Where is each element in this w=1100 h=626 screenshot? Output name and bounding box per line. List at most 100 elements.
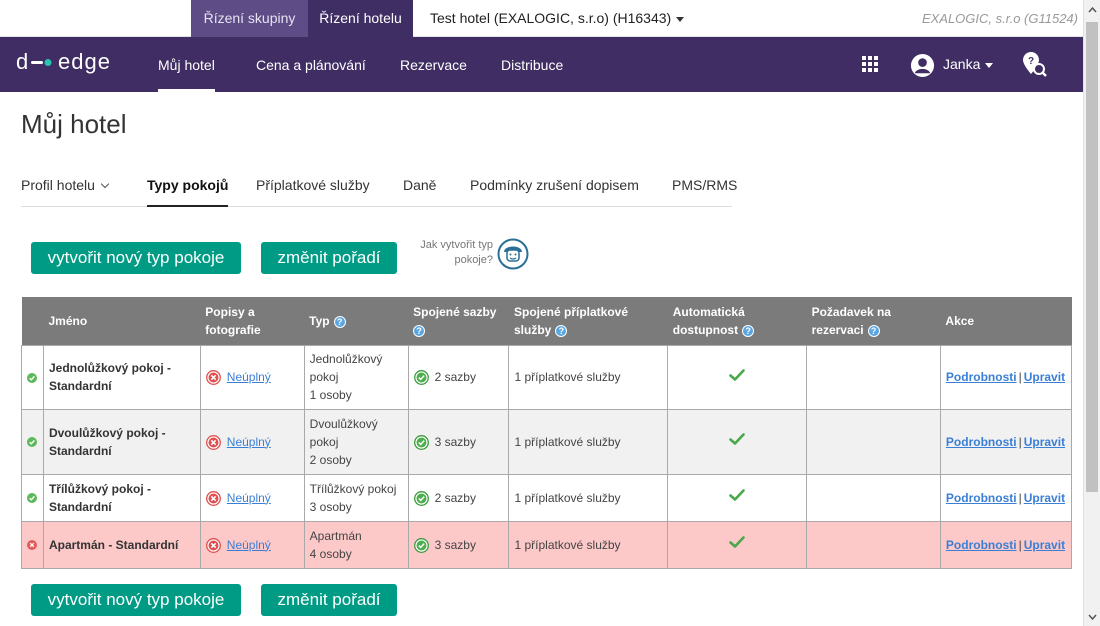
type-capacity: 4 osoby — [309, 546, 352, 561]
hotel-selector[interactable]: Test hotel (EXALOGIC, s.r.o) (H16343) — [430, 0, 685, 37]
help-search-icon[interactable]: ? — [1020, 50, 1048, 78]
header-auto-availability: Automatická dostupnost? — [667, 297, 807, 345]
edit-link[interactable]: Upravit — [1024, 435, 1065, 449]
svg-text:d: d — [16, 50, 29, 74]
details-link[interactable]: Podrobnosti — [946, 491, 1017, 505]
incomplete-link[interactable]: Neúplný — [227, 538, 271, 552]
type-name: Třílůžkový pokoj — [309, 481, 397, 496]
separator: | — [1018, 370, 1022, 384]
type-name: Dvoulůžkový pokoj — [309, 416, 378, 449]
table-row: Dvoulůžkový pokoj - Standardní Neúplný Dvo… — [21, 408, 1073, 475]
rates-cell: 3 sazby — [407, 408, 510, 475]
user-menu[interactable]: Janka — [910, 51, 994, 77]
change-order-button[interactable]: změnit pořadí — [261, 242, 397, 274]
table-row: Apartmán - Standardní Neúplný Apartmán 4 os… — [21, 520, 1073, 569]
details-link[interactable]: Podrobnosti — [946, 435, 1017, 449]
support-agent-icon[interactable] — [497, 238, 529, 270]
rates-count: 3 sazby — [434, 537, 476, 552]
type-capacity: 1 osoby — [309, 388, 352, 402]
type-name: Jednolůžkový pokoj — [309, 352, 383, 384]
subnav-cancellation-policies[interactable]: Podmínky zrušení dopisem — [470, 166, 639, 207]
company-name: EXALOGIC, s.r.o (G11524) — [921, 11, 1078, 26]
check-circle-icon — [413, 370, 429, 386]
help-icon[interactable]: ? — [742, 324, 755, 337]
help-icon[interactable]: ? — [413, 324, 426, 337]
checkmark-icon — [729, 368, 745, 381]
main-navbar: d edge Můj hotel Cena a plánování Rezerv… — [0, 37, 1083, 92]
nav-my-hotel[interactable]: Můj hotel — [158, 37, 215, 92]
services-cell: 1 příplatkové služby — [508, 473, 669, 522]
subnav-hotel-profile[interactable]: Profil hotelu — [21, 166, 110, 207]
table-row: Třílůžkový pokoj - Standardní Neúplný Tříl… — [21, 473, 1073, 522]
incomplete-x-icon — [205, 537, 221, 553]
type-cell: Jednolůžkový pokoj 1 osoby — [303, 344, 409, 410]
name-cell: Třílůžkový pokoj - Standardní — [42, 473, 201, 522]
apps-grid-icon[interactable] — [862, 56, 878, 72]
change-order-button-bottom[interactable]: změnit pořadí — [261, 584, 397, 616]
caret-down-icon — [676, 16, 685, 22]
details-link[interactable]: Podrobnosti — [946, 538, 1017, 552]
subnav-extra-services[interactable]: Příplatkové služby — [256, 166, 370, 207]
create-room-type-button-bottom[interactable]: vytvořit nový typ pokoje — [31, 584, 241, 616]
description-cell: Neúplný — [199, 408, 305, 475]
nav-price-planning[interactable]: Cena a plánování — [256, 37, 366, 92]
status-error-icon — [27, 540, 38, 551]
scrollbar-thumb[interactable] — [1086, 22, 1098, 492]
incomplete-link[interactable]: Neúplný — [227, 435, 271, 449]
name-cell: Apartmán - Standardní — [42, 520, 201, 569]
header-rates-label: Spojené sazby — [413, 304, 497, 319]
incomplete-link[interactable]: Neúplný — [227, 491, 271, 505]
separator: | — [1018, 490, 1022, 505]
services-count: 1 příplatkové služby — [514, 537, 621, 552]
incomplete-link[interactable]: Neúplný — [227, 370, 271, 384]
rates-cell: 3 sazby — [407, 520, 510, 569]
how-to-create-link[interactable]: Jak vytvořit typ pokoje? — [405, 238, 493, 268]
help-icon[interactable]: ? — [867, 324, 880, 337]
d-edge-logo[interactable]: d edge — [16, 50, 136, 76]
incomplete-x-icon — [205, 490, 221, 506]
checkmark-icon — [729, 536, 745, 548]
services-count: 1 příplatkové služby — [514, 434, 621, 449]
caret-down-icon — [985, 62, 994, 68]
edit-link[interactable]: Upravit — [1024, 538, 1065, 552]
header-type: Typ? — [304, 297, 409, 345]
rates-cell: 2 sazby — [407, 473, 510, 522]
rates-count: 2 sazby — [434, 370, 476, 384]
checkmark-icon — [729, 433, 745, 445]
services-cell: 1 příplatkové služby — [508, 344, 669, 410]
details-link[interactable]: Podrobnosti — [946, 370, 1017, 384]
auto-availability-cell — [667, 408, 808, 475]
subnav-taxes[interactable]: Daně — [403, 166, 436, 207]
tab-hotel-management[interactable]: Řízení hotelu — [308, 0, 413, 37]
tab-group-management[interactable]: Řízení skupiny — [191, 0, 308, 37]
edit-link[interactable]: Upravit — [1024, 370, 1065, 384]
status-cell — [21, 520, 44, 569]
edit-link[interactable]: Upravit — [1024, 491, 1065, 505]
auto-availability-cell — [667, 344, 808, 410]
subnav-room-types[interactable]: Typy pokojů — [147, 166, 229, 207]
help-icon[interactable]: ? — [555, 324, 568, 337]
help-icon[interactable]: ? — [333, 315, 346, 328]
subnav-hotel-profile-label: Profil hotelu — [21, 177, 95, 193]
scroll-down-icon[interactable] — [1088, 612, 1097, 621]
status-cell — [21, 473, 44, 522]
room-type-name: Jednolůžkový pokoj - Standardní — [48, 361, 171, 393]
status-ok-icon — [27, 493, 38, 504]
check-circle-icon — [413, 537, 429, 553]
top-bar: Řízení skupiny Řízení hotelu Test hotel … — [0, 0, 1100, 37]
vertical-scrollbar[interactable] — [1083, 0, 1100, 626]
status-ok-icon — [27, 372, 38, 383]
subnav-pms-rms[interactable]: PMS/RMS — [672, 166, 737, 207]
header-name: Jméno — [43, 297, 201, 345]
nav-reservations[interactable]: Rezervace — [400, 37, 467, 92]
user-name: Janka — [943, 56, 981, 72]
nav-distribution[interactable]: Distribuce — [501, 37, 563, 92]
rates-count: 2 sazby — [434, 490, 476, 505]
sub-navigation: Profil hotelu Typy pokojů Příplatkové sl… — [21, 166, 737, 207]
type-cell: Dvoulůžkový pokoj 2 osoby — [303, 408, 409, 475]
header-reservation-request: Požadavek na rezervaci? — [806, 297, 941, 345]
create-room-type-button[interactable]: vytvořit nový typ pokoje — [31, 242, 241, 274]
scroll-up-icon[interactable] — [1088, 6, 1097, 15]
page-title: Můj hotel — [21, 109, 127, 139]
services-cell: 1 příplatkové služby — [508, 520, 669, 569]
